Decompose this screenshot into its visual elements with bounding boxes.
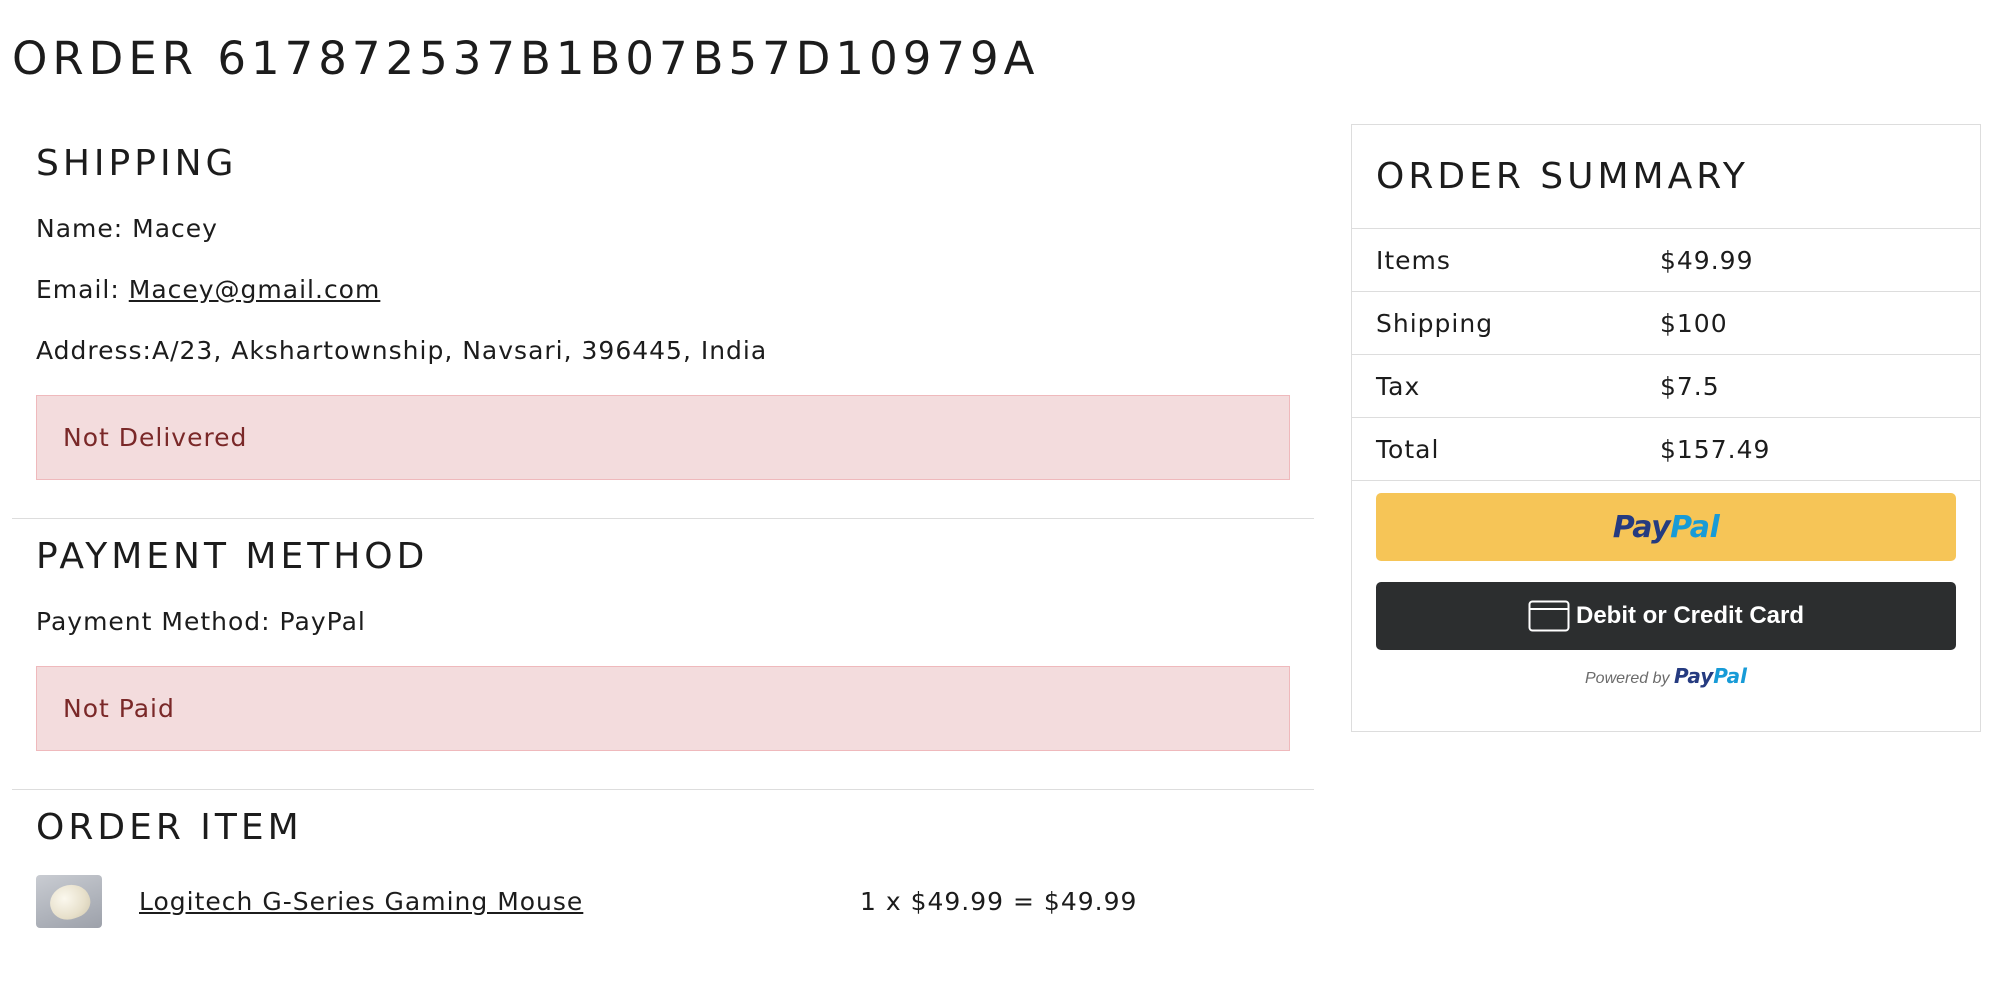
order-items-section: ORDER ITEM [12,790,1314,852]
delivery-status-alert: Not Delivered [36,395,1290,480]
address-value: A/23, Akshartownship, Navsari, 396445, I… [151,336,768,365]
paypal-logo-part2: Pal [1670,509,1720,545]
paypal-logo-part1: Pay [1612,509,1671,545]
paypal-button[interactable]: PayPal [1376,493,1956,561]
summary-row-items: Items $49.99 [1352,229,1980,292]
summary-label: Items [1376,245,1451,275]
powered-by-label: Powered by [1585,670,1670,687]
debit-credit-card-button[interactable]: Debit or Credit Card [1376,582,1956,650]
paypal-small-part1: Pay [1673,664,1714,688]
paypal-small-part2: Pal [1713,664,1747,688]
name-label: Name: [36,214,124,243]
credit-card-icon [1528,600,1570,632]
order-summary-card: ORDER SUMMARY Items $49.99 Shipping $100… [1351,124,1981,732]
payment-heading: PAYMENT METHOD [36,536,429,577]
product-link[interactable]: Logitech G-Series Gaming Mouse [139,887,860,916]
payment-status-alert: Not Paid [36,666,1290,751]
order-details: SHIPPING Name: Macey Email: Macey@gmail.… [12,126,1314,936]
email-link[interactable]: Macey@gmail.com [129,275,381,304]
payment-method: Payment Method: PayPal [36,605,1290,639]
summary-label: Shipping [1376,308,1494,338]
order-item-row: Logitech G-Series Gaming Mouse 1 x $49.9… [12,866,1314,936]
summary-label: Total [1376,434,1440,464]
payment-method-label: Payment Method: [36,607,271,636]
shipping-section: SHIPPING Name: Macey Email: Macey@gmail.… [12,126,1314,519]
address-label: Address: [36,336,152,365]
card-button-label: Debit or Credit Card [1575,602,1805,629]
item-price-calc: 1 x $49.99 = $49.99 [860,886,1138,916]
shipping-heading: SHIPPING [36,143,238,184]
payment-section: PAYMENT METHOD Payment Method: PayPal No… [12,519,1314,790]
summary-value: $49.99 [1660,245,1754,275]
product-image-mouse [36,874,102,928]
paypal-logo: PayPal [1613,510,1720,545]
payment-method-value: PayPal [279,607,366,636]
email-label: Email: [36,275,120,304]
summary-row-tax: Tax $7.5 [1352,355,1980,418]
summary-label: Tax [1376,371,1421,401]
summary-value: $100 [1660,308,1728,338]
name-value: Macey [132,214,218,243]
payment-buttons: PayPal Debit or Credit Card Powered by P… [1352,481,1980,688]
shipping-name: Name: Macey [36,212,1290,246]
paypal-small-logo: PayPal [1674,664,1747,688]
order-items-heading: ORDER ITEM [36,807,303,848]
shipping-email: Email: Macey@gmail.com [36,273,1290,307]
summary-value: $157.49 [1660,434,1771,464]
shipping-address: Address:A/23, Akshartownship, Navsari, 3… [36,334,1290,368]
summary-row-shipping: Shipping $100 [1352,292,1980,355]
page-title: ORDER 617872537B1B07B57D10979A [12,32,1040,85]
summary-value: $7.5 [1660,371,1720,401]
summary-row-total: Total $157.49 [1352,418,1980,481]
order-summary-heading: ORDER SUMMARY [1352,125,1980,229]
powered-by-paypal: Powered by PayPal [1376,664,1956,688]
